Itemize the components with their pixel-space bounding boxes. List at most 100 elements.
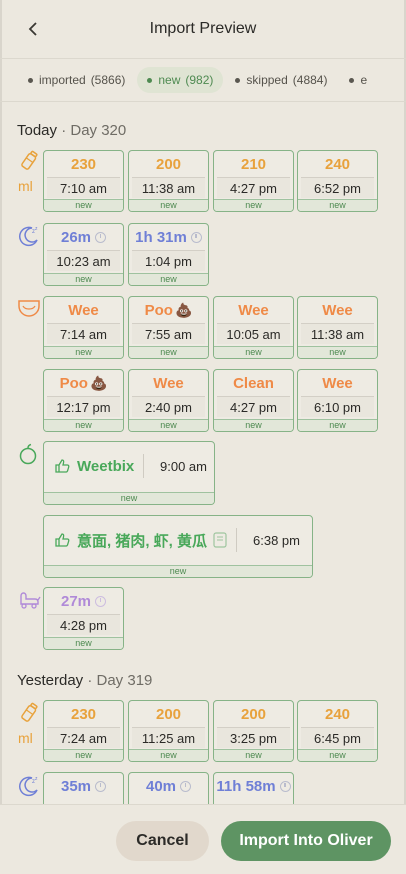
clock-icon — [279, 780, 291, 792]
status-badge: new — [298, 199, 377, 211]
page-title: Import Preview — [149, 20, 257, 37]
entry-card[interactable]: 240 6:52 pm new — [297, 150, 378, 212]
status-badge: new — [129, 419, 208, 431]
entry-card[interactable]: Poo 💩 7:55 am new — [128, 296, 209, 359]
time: 10:05 am — [217, 323, 290, 344]
status-badge: new — [214, 346, 293, 358]
time: 6:38 pm — [253, 532, 300, 548]
svg-text:z: z — [35, 776, 38, 782]
bottle-icon — [21, 702, 38, 722]
diaper-type: Wee — [238, 301, 269, 319]
clock-icon — [95, 231, 107, 243]
entry-card[interactable]: Wee 6:10 pm new — [297, 369, 378, 432]
tab-count: (982) — [185, 73, 214, 87]
entry-card[interactable]: Wee 11:38 am new — [297, 296, 378, 359]
cancel-button[interactable]: Cancel — [116, 821, 209, 861]
status-badge: new — [44, 637, 123, 649]
entry-card[interactable]: 27m 4:28 pm new — [43, 587, 124, 650]
bottle-unit: ml — [18, 730, 33, 746]
amount: 240 — [324, 155, 351, 173]
entry-card[interactable]: 11h 58m — [213, 772, 294, 804]
entry-card[interactable]: 240 6:45 pm new — [297, 700, 378, 762]
tab-skipped[interactable]: skipped (4884) — [225, 67, 337, 93]
diaper-type: Wee — [153, 374, 184, 392]
duration: 27m — [60, 592, 92, 610]
tab-label: imported — [39, 73, 86, 87]
tab-more[interactable]: e — [339, 67, 377, 93]
entry-card[interactable]: Wee 7:14 am new — [43, 296, 124, 359]
meal-card[interactable]: 意面, 猪肉, 虾, 黄瓜 6:38 pm new — [43, 515, 313, 578]
diaper-type: Poo — [59, 374, 88, 392]
status-badge: new — [129, 346, 208, 358]
svg-text:z: z — [35, 226, 38, 232]
diaper-category — [17, 298, 41, 322]
entry-card[interactable]: 200 11:25 am new — [128, 700, 209, 762]
tab-new[interactable]: new (982) — [137, 67, 224, 93]
time: 6:45 pm — [301, 727, 374, 748]
back-button[interactable] — [22, 18, 44, 40]
time: 11:38 am — [301, 323, 374, 344]
entry-card[interactable]: Wee 2:40 pm new — [128, 369, 209, 432]
clock-icon — [190, 231, 202, 243]
duration: 35m — [60, 777, 92, 795]
meal-card[interactable]: Weetbix 9:00 am new — [43, 441, 215, 505]
clock-icon — [95, 595, 107, 607]
status-badge: new — [129, 199, 208, 211]
time: 12:17 pm — [47, 396, 120, 417]
moon-icon: zz — [19, 226, 38, 247]
tab-count: (5866) — [90, 73, 126, 87]
status-badge: new — [129, 749, 208, 761]
status-badge: new — [214, 749, 293, 761]
entry-card[interactable]: 35m — [43, 772, 124, 804]
amount: 230 — [70, 155, 97, 173]
thumbs-up-icon — [55, 533, 70, 547]
time: 1:04 pm — [132, 250, 205, 271]
time: 4:27 pm — [217, 177, 290, 198]
status-badge: new — [214, 199, 293, 211]
meal-category — [17, 443, 41, 467]
entry-card[interactable]: 230 7:24 am new — [43, 700, 124, 762]
time: 10:23 am — [47, 250, 120, 271]
day-header-today: Today · Day 320 — [17, 122, 126, 139]
entry-card[interactable]: 1h 31m 1:04 pm new — [128, 223, 209, 286]
bottle-category: ml — [17, 702, 41, 746]
day-header-yesterday: Yesterday · Day 319 — [17, 672, 152, 689]
amount: 200 — [155, 705, 182, 723]
poop-icon: 💩 — [89, 374, 108, 391]
time: 4:28 pm — [47, 614, 120, 635]
entry-card[interactable]: Poo 💩 12:17 pm new — [43, 369, 124, 432]
import-button[interactable]: Import Into Oliver — [221, 821, 391, 861]
amount: 230 — [70, 705, 97, 723]
bottle-unit: ml — [18, 178, 33, 194]
moon-icon: zz — [19, 776, 38, 797]
entry-card[interactable]: Wee 10:05 am new — [213, 296, 294, 359]
time: 3:25 pm — [217, 727, 290, 748]
entry-card[interactable]: Clean 4:27 pm new — [213, 369, 294, 432]
status-badge: new — [298, 419, 377, 431]
time: 6:52 pm — [301, 177, 374, 198]
status-badge: new — [44, 749, 123, 761]
tab-label: e — [360, 73, 368, 87]
entry-card[interactable]: 200 3:25 pm new — [213, 700, 294, 762]
entry-card[interactable]: 40m — [128, 772, 209, 804]
tab-dot — [147, 77, 153, 83]
entries-list[interactable]: Today · Day 320 ml 230 7:10 am new 200 11:3… — [0, 102, 406, 804]
time: 4:27 pm — [217, 396, 290, 417]
amount: 200 — [155, 155, 182, 173]
diaper-type: Clean — [233, 374, 274, 392]
tab-dot — [235, 77, 241, 83]
entry-card[interactable]: 210 4:27 pm new — [213, 150, 294, 212]
entry-card[interactable]: 230 7:10 am new — [43, 150, 124, 212]
tab-imported[interactable]: imported (5866) — [18, 67, 135, 93]
food-name: Weetbix — [77, 457, 135, 475]
day-label: Today — [17, 122, 58, 139]
time: 11:38 am — [132, 177, 205, 198]
time: 6:10 pm — [301, 396, 374, 417]
time: 2:40 pm — [132, 396, 205, 417]
play-category — [17, 588, 41, 612]
entry-card[interactable]: 26m 10:23 am new — [43, 223, 124, 286]
diaper-type: Wee — [322, 374, 353, 392]
clock-icon — [180, 780, 192, 792]
entry-card[interactable]: 200 11:38 am new — [128, 150, 209, 212]
sleep-category: zz — [17, 774, 41, 798]
